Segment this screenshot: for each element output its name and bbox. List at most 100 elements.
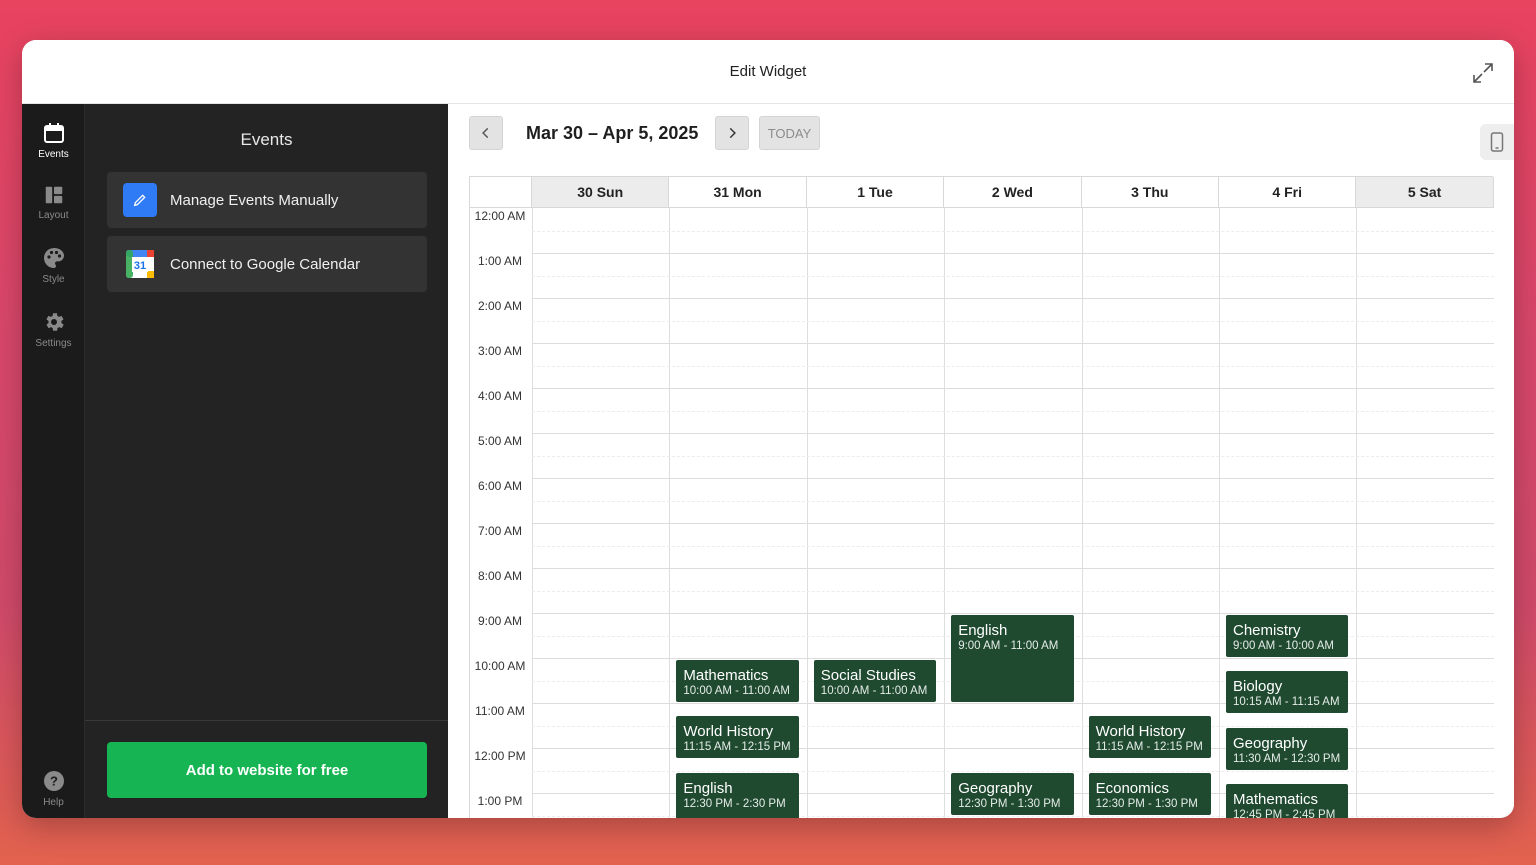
day-column-line [532, 208, 533, 818]
event-time: 12:45 PM - 2:45 PM [1233, 808, 1336, 818]
event-title: Mathematics [1233, 790, 1319, 808]
day-header: 1 Tue [806, 177, 945, 208]
panel-title: Events [240, 130, 293, 149]
event-title: World History [1095, 723, 1186, 741]
rail-item-style[interactable]: Style [22, 237, 85, 293]
google-calendar-icon-text: 31 [134, 260, 146, 272]
rail-item-events[interactable]: Events [22, 112, 85, 168]
calendar-event[interactable]: Geography 11:30 AM - 12:30 PM [1226, 727, 1349, 770]
calendar-event[interactable]: World History 11:15 AM - 12:15 PM [676, 716, 799, 759]
gear-icon [45, 312, 64, 331]
chevron-left-icon [482, 127, 489, 139]
mobile-preview-button[interactable] [1480, 124, 1514, 160]
half-hour-line [532, 590, 1494, 592]
time-label: 2:00 AM [477, 299, 523, 313]
hour-line [532, 253, 1494, 254]
half-hour-line [532, 275, 1494, 277]
event-time: 12:30 PM - 1:30 PM [1095, 797, 1198, 810]
calendar-icon [43, 122, 64, 143]
day-header: 4 Fri [1219, 177, 1357, 208]
chevron-right-icon [729, 127, 736, 139]
hour-line [532, 298, 1494, 299]
expand-button[interactable] [1470, 60, 1496, 86]
event-time: 10:00 AM - 11:00 AM [820, 685, 928, 697]
window-title: Edit Widget [729, 63, 807, 80]
day-header: 2 Wed [944, 177, 1082, 208]
event-title: Geography [1233, 734, 1308, 752]
event-title: English [958, 622, 1008, 639]
time-label: 3:00 AM [477, 344, 523, 358]
calendar-event[interactable]: Biology 10:15 AM - 11:15 AM [1226, 671, 1349, 714]
rail-label-events: Events [38, 148, 69, 160]
event-time: 12:30 PM - 1:30 PM [958, 797, 1061, 810]
hour-line [532, 433, 1494, 434]
calendar-event[interactable]: Mathematics 10:00 AM - 11:00 AM [676, 660, 799, 702]
time-label: 6:00 AM [477, 479, 523, 493]
event-time: 10:00 AM - 11:00 AM [683, 685, 790, 697]
add-to-website-button[interactable]: Add to website for free [107, 742, 427, 798]
event-title: Economics [1095, 779, 1169, 797]
event-title: English [683, 779, 733, 797]
event-time: 9:00 AM - 10:00 AM [1233, 640, 1335, 652]
prev-week-button[interactable] [469, 116, 503, 150]
svg-text:?: ? [50, 773, 58, 788]
rail-item-settings[interactable]: Settings [22, 301, 85, 357]
rail-item-layout[interactable]: Layout [22, 174, 85, 230]
layout-icon [45, 186, 62, 203]
half-hour-line [532, 455, 1494, 457]
manage-events-manually-button[interactable]: Manage Events Manually [107, 172, 427, 228]
event-time: 11:30 AM - 12:30 PM [1233, 752, 1341, 765]
hour-line [532, 478, 1494, 479]
half-hour-line [532, 410, 1494, 412]
next-week-button[interactable] [715, 116, 749, 150]
manage-events-manually-label: Manage Events Manually [170, 191, 339, 209]
calendar-event[interactable]: English 9:00 AM - 11:00 AM [951, 615, 1074, 702]
calendar-event[interactable]: World History 11:15 AM - 12:15 PM [1088, 716, 1211, 759]
today-button[interactable]: TODAY [759, 116, 820, 150]
rail-label-help: Help [43, 796, 64, 808]
calendar-event[interactable]: Geography 12:30 PM - 1:30 PM [951, 772, 1074, 815]
rail-label-layout: Layout [38, 209, 69, 221]
google-calendar-icon: 31 [123, 247, 157, 281]
time-label: 12:00 PM [474, 749, 526, 763]
day-column-line [944, 208, 946, 818]
rail-label-style: Style [42, 273, 65, 285]
icon-rail: Events Layout Style Settings ? Help [22, 104, 85, 818]
event-title: Mathematics [683, 667, 769, 684]
event-title: Biology [1233, 678, 1283, 696]
title-bar: Edit Widget [22, 40, 1514, 104]
time-label: 5:00 AM [477, 434, 523, 448]
expand-icon [1473, 63, 1493, 83]
rail-label-settings: Settings [35, 337, 72, 349]
half-hour-line [532, 320, 1494, 322]
time-label: 10:00 AM [474, 659, 526, 673]
day-column-line [1356, 208, 1358, 818]
edit-widget-window: Edit Widget Events Layout Style Settings… [22, 40, 1514, 818]
day-header: 5 Sat [1356, 177, 1494, 208]
time-label: 11:00 AM [475, 704, 525, 718]
event-time: 9:00 AM - 11:00 AM [958, 640, 1059, 652]
time-label: 4:00 AM [477, 389, 523, 403]
calendar-event[interactable]: Mathematics 12:45 PM - 2:45 PM [1226, 783, 1349, 818]
day-header: 31 Mon [669, 177, 807, 208]
calendar-event[interactable]: Economics 12:30 PM - 1:30 PM [1088, 772, 1211, 815]
half-hour-line [532, 770, 1494, 772]
calendar-area: Mar 30 – Apr 5, 2025 TODAY 30 Sun 31 Mon 1… [448, 104, 1514, 818]
time-label: 7:00 AM [477, 524, 523, 538]
hour-line [532, 568, 1494, 569]
event-time: 11:15 AM - 12:15 PM [683, 741, 791, 754]
calendar-event[interactable]: English 12:30 PM - 2:30 PM [676, 772, 799, 818]
connect-google-calendar-label: Connect to Google Calendar [170, 255, 361, 273]
time-label: 8:00 AM [477, 569, 523, 583]
day-column-line [669, 208, 671, 818]
time-label: 9:00 AM [477, 614, 523, 628]
calendar-event[interactable]: Social Studies 10:00 AM - 11:00 AM [813, 660, 937, 702]
event-time: 12:30 PM - 2:30 PM [683, 797, 786, 810]
half-hour-line [532, 500, 1494, 502]
rail-item-help[interactable]: ? Help [22, 760, 85, 816]
event-time: 11:15 AM - 12:15 PM [1095, 741, 1203, 754]
event-title: Social Studies [820, 667, 916, 684]
calendar-event[interactable]: Chemistry 9:00 AM - 10:00 AM [1226, 615, 1349, 657]
time-label: 12:00 AM [474, 209, 526, 223]
connect-google-calendar-button[interactable]: 31 Connect to Google Calendar [107, 236, 427, 292]
